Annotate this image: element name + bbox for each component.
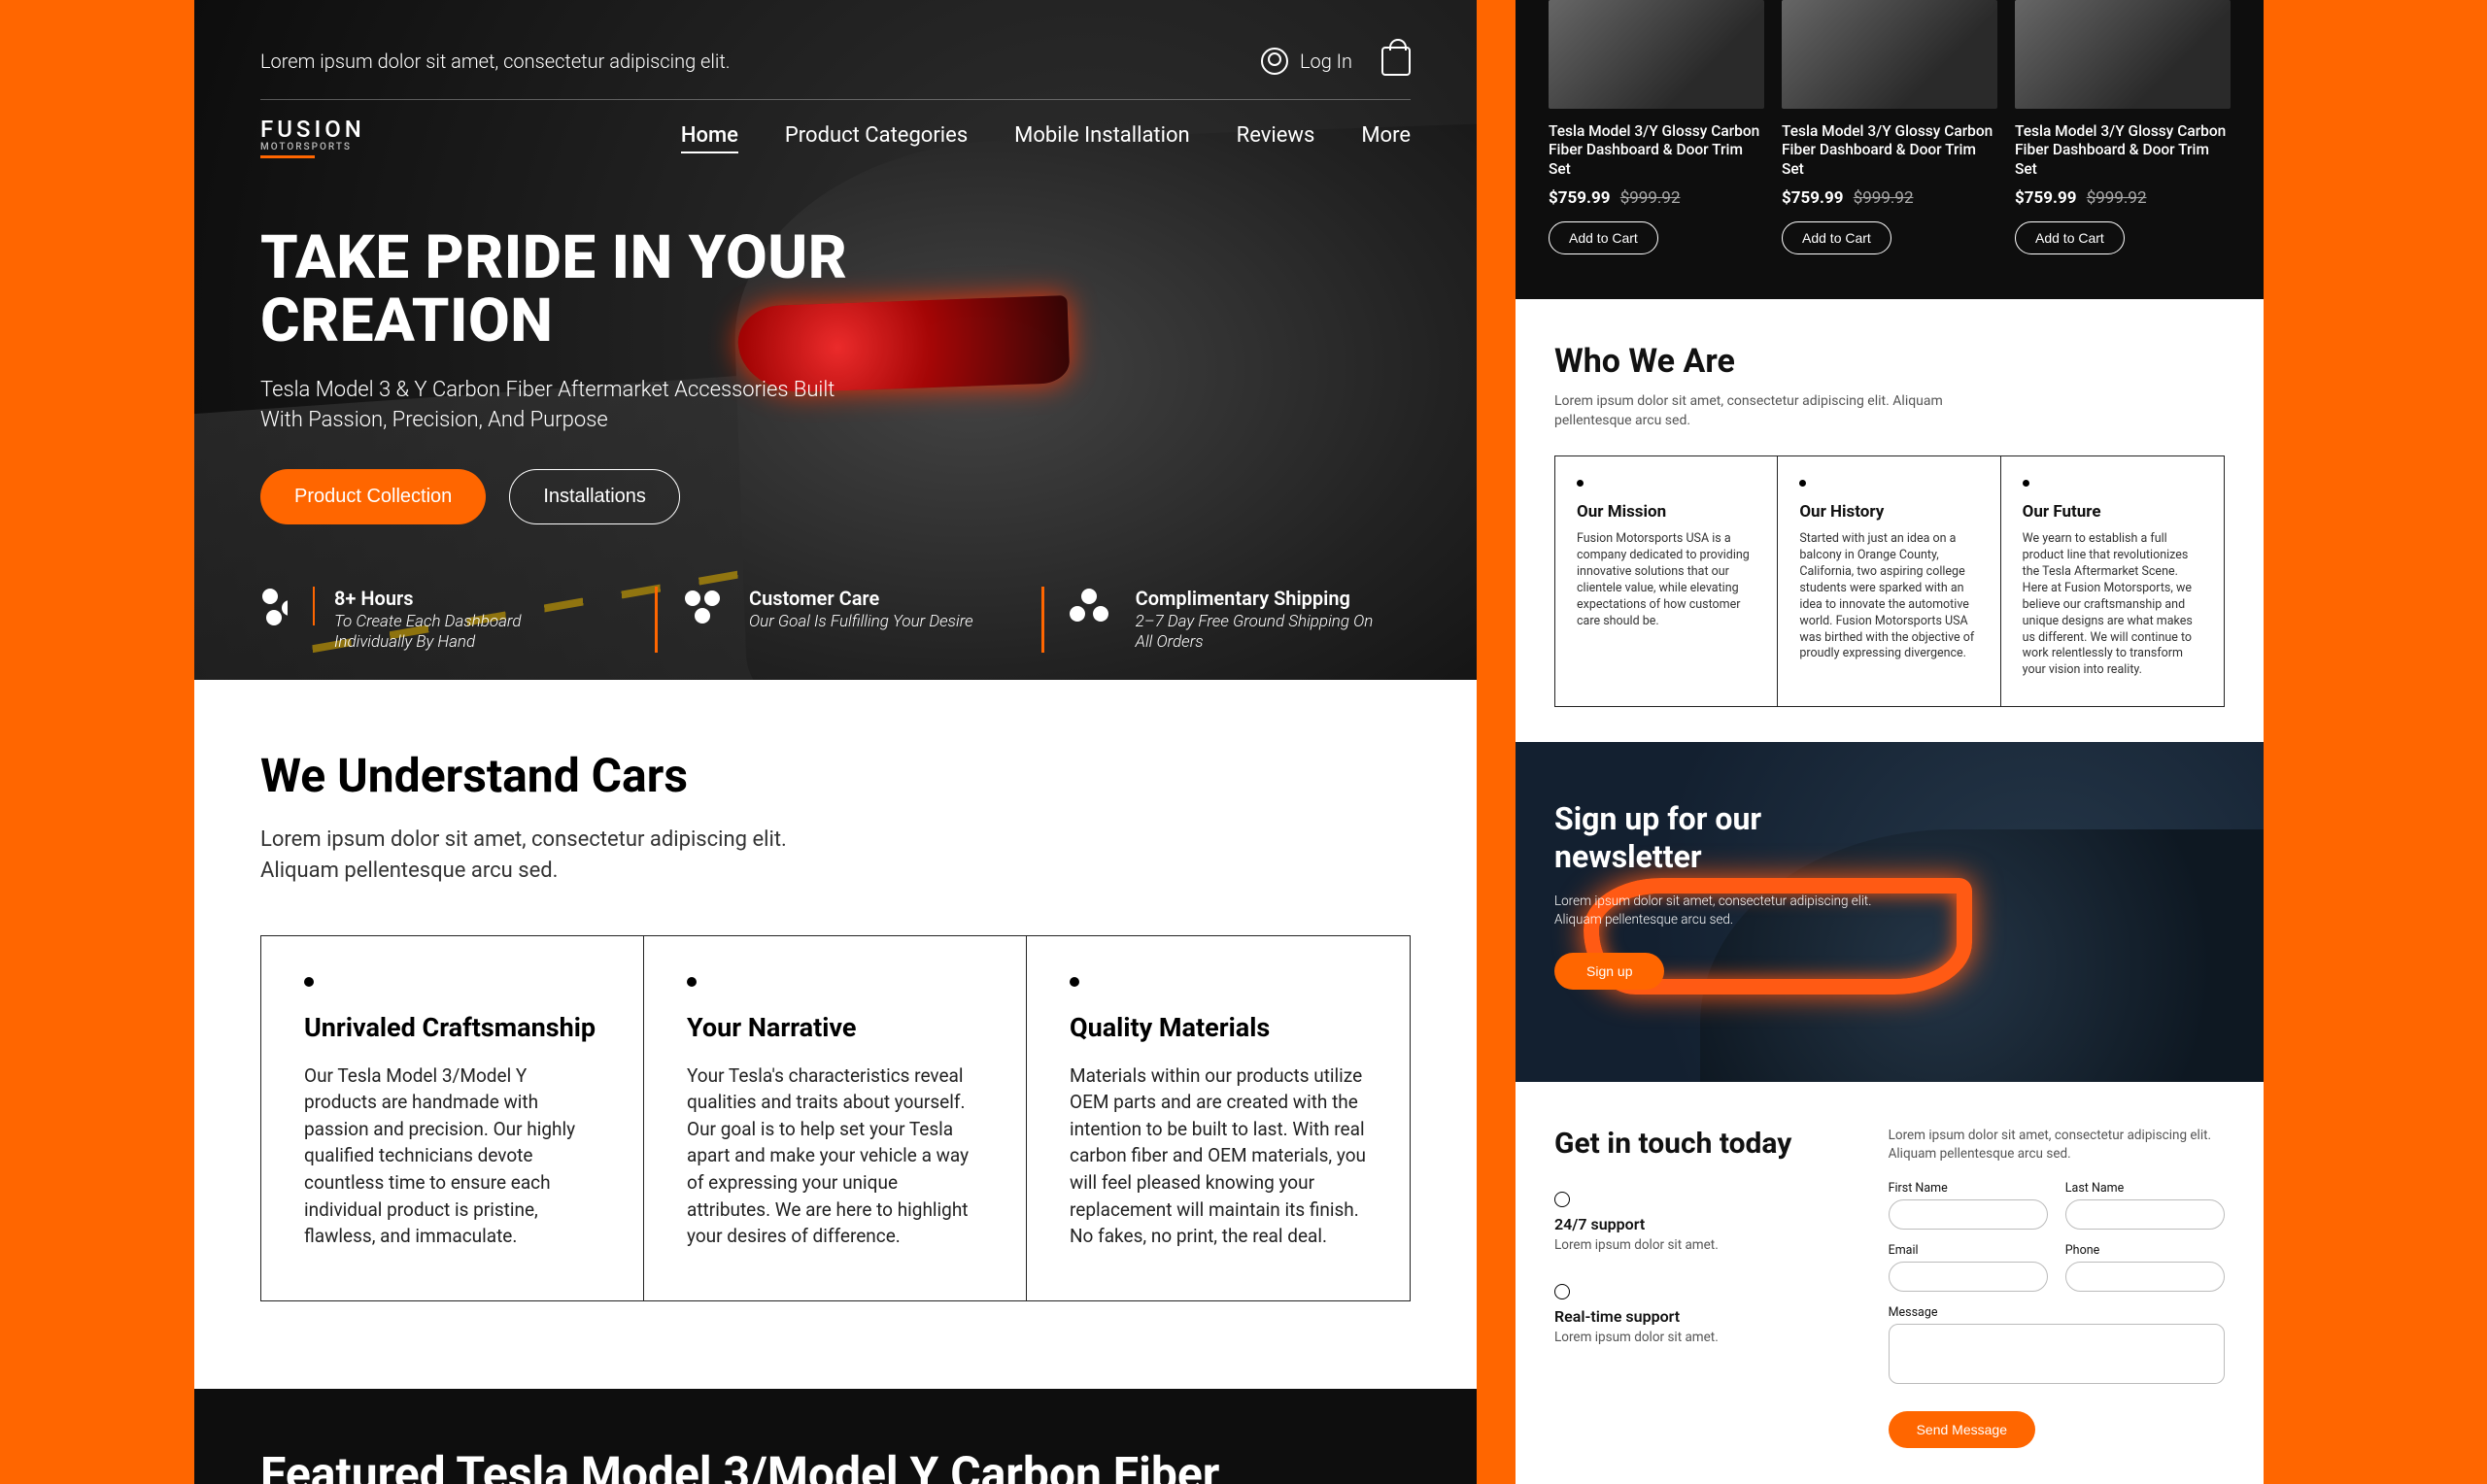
card-materials: Quality Materials Materials within our p… <box>1027 936 1410 1300</box>
phone-field[interactable] <box>2065 1262 2225 1292</box>
phone-icon <box>1554 1284 1570 1299</box>
featured-title: Featured Tesla Model 3/Model Y Carbon Fi… <box>260 1447 1411 1484</box>
product-image[interactable] <box>1782 0 1997 109</box>
page-home-bottom: Tesla Model 3/Y Glossy Carbon Fiber Dash… <box>1516 0 2264 1484</box>
nav-product-categories[interactable]: Product Categories <box>785 123 968 153</box>
email-field[interactable] <box>1889 1262 2048 1292</box>
nav-home[interactable]: Home <box>681 123 738 153</box>
card-history: Our History Started with just an idea on… <box>1778 456 2000 706</box>
first-name-field[interactable] <box>1889 1199 2048 1230</box>
clock-icon <box>1554 1192 1570 1207</box>
nav-mobile-installation[interactable]: Mobile Installation <box>1014 123 1190 153</box>
section-who-we-are: Who We Are Lorem ipsum dolor sit amet, c… <box>1516 299 2264 742</box>
card-mission: Our Mission Fusion Motorsports USA is a … <box>1555 456 1778 706</box>
user-icon <box>1261 48 1288 75</box>
cart-icon[interactable] <box>1381 47 1411 76</box>
featured-products: Tesla Model 3/Y Glossy Carbon Fiber Dash… <box>1516 0 2264 299</box>
product-card: Tesla Model 3/Y Glossy Carbon Fiber Dash… <box>1549 0 1764 254</box>
support-247: 24/7 support Lorem ipsum dolor sit amet. <box>1554 1192 1850 1253</box>
support-realtime: Real-time support Lorem ipsum dolor sit … <box>1554 1284 1850 1345</box>
newsletter-signup-button[interactable]: Sign up <box>1554 953 1664 990</box>
dots-icon <box>260 587 288 625</box>
product-image[interactable] <box>2015 0 2231 109</box>
featured-heading-band: Featured Tesla Model 3/Model Y Carbon Fi… <box>194 1389 1477 1484</box>
contact-title: Get in touch today <box>1554 1127 1850 1161</box>
understand-title: We Understand Cars <box>260 748 1411 803</box>
nav-reviews[interactable]: Reviews <box>1237 123 1315 153</box>
login-label: Log In <box>1300 50 1352 73</box>
product-card: Tesla Model 3/Y Glossy Carbon Fiber Dash… <box>1782 0 1997 254</box>
add-to-cart-button[interactable]: Add to Cart <box>1549 221 1658 254</box>
brand-logo[interactable]: FUSION MOTORSPORTS <box>260 118 365 158</box>
message-field[interactable] <box>1889 1324 2225 1384</box>
nav-more[interactable]: More <box>1361 123 1411 153</box>
hero: Lorem ipsum dolor sit amet, consectetur … <box>194 0 1477 680</box>
product-image[interactable] <box>1549 0 1764 109</box>
card-craftsmanship: Unrivaled Craftsmanship Our Tesla Model … <box>261 936 644 1300</box>
section-newsletter: Sign up for our newsletter Lorem ipsum d… <box>1516 742 2264 1082</box>
section-understand-cars: We Understand Cars Lorem ipsum dolor sit… <box>194 680 1477 1389</box>
card-future: Our Future We yearn to establish a full … <box>2001 456 2224 706</box>
about-lead: Lorem ipsum dolor sit amet, consectetur … <box>1554 392 1972 430</box>
dots-icon <box>683 587 722 625</box>
last-name-field[interactable] <box>2065 1199 2225 1230</box>
cta-product-collection[interactable]: Product Collection <box>260 469 486 524</box>
cta-installations[interactable]: Installations <box>509 469 680 524</box>
hero-title: TAKE PRIDE IN YOUR CREATION <box>260 226 882 353</box>
primary-nav-row: FUSION MOTORSPORTS Home Product Categori… <box>260 118 1411 158</box>
dots-icon <box>1070 587 1108 625</box>
hero-sub: Tesla Model 3 & Y Carbon Fiber Aftermark… <box>260 376 882 436</box>
hero-highlights: 8+ HoursTo Create Each Dashboard Individ… <box>194 587 1477 654</box>
newsletter-body: Lorem ipsum dolor sit amet, consectetur … <box>1554 893 1885 929</box>
primary-nav: Home Product Categories Mobile Installat… <box>681 123 1411 153</box>
contact-lead: Lorem ipsum dolor sit amet, consectetur … <box>1889 1127 2225 1164</box>
page-home-top: Lorem ipsum dolor sit amet, consectetur … <box>194 0 1477 1484</box>
tagline: Lorem ipsum dolor sit amet, consectetur … <box>260 50 731 73</box>
card-narrative: Your Narrative Your Tesla's characterist… <box>644 936 1027 1300</box>
add-to-cart-button[interactable]: Add to Cart <box>2015 221 2125 254</box>
section-contact: Get in touch today 24/7 support Lorem ip… <box>1516 1082 2264 1484</box>
understand-lead: Lorem ipsum dolor sit amet, consectetur … <box>260 825 804 887</box>
about-title: Who We Are <box>1554 342 2225 381</box>
login-link[interactable]: Log In <box>1261 48 1352 75</box>
product-card: Tesla Model 3/Y Glossy Carbon Fiber Dash… <box>2015 0 2231 254</box>
newsletter-title: Sign up for our newsletter <box>1554 800 1807 875</box>
add-to-cart-button[interactable]: Add to Cart <box>1782 221 1891 254</box>
top-bar: Lorem ipsum dolor sit amet, consectetur … <box>260 47 1411 100</box>
send-message-button[interactable]: Send Message <box>1889 1411 2035 1448</box>
